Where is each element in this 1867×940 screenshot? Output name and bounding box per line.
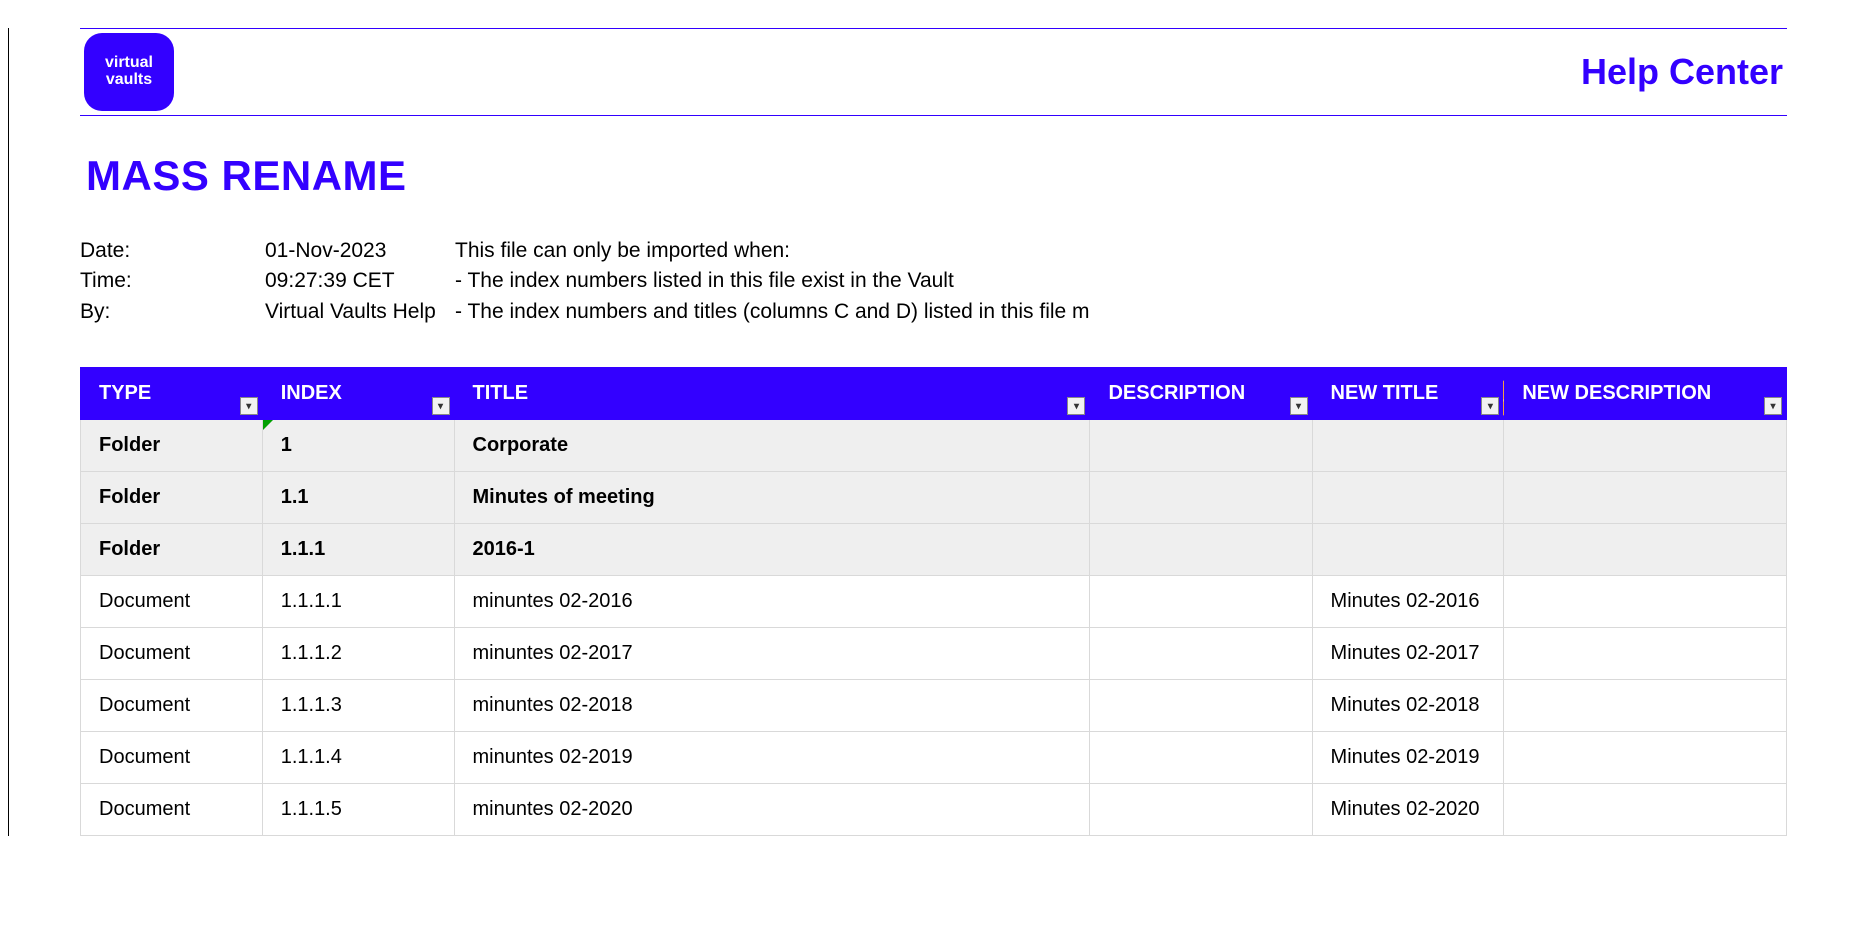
note-line2: - The index numbers listed in this file … — [455, 266, 1090, 296]
bottom-divider — [80, 115, 1787, 116]
page-left-border — [8, 28, 9, 836]
cell-index[interactable]: 1.1.1.4 — [262, 732, 454, 784]
cell-newdescription[interactable] — [1504, 784, 1787, 836]
cell-description[interactable] — [1090, 732, 1312, 784]
label-date: Date: — [80, 236, 265, 266]
table-row[interactable]: Document1.1.1.2minuntes 02-2017 Minutes 0… — [81, 628, 1787, 680]
col-header-newdescription-label: NEW DESCRIPTION — [1522, 382, 1711, 404]
cell-description[interactable] — [1090, 784, 1312, 836]
cell-index[interactable]: 1.1.1.3 — [262, 680, 454, 732]
cell-newtitle[interactable]: Minutes 02-2020 — [1312, 784, 1504, 836]
value-time: 09:27:39 CET — [265, 266, 455, 296]
cell-type[interactable]: Document — [81, 784, 263, 836]
cell-description[interactable] — [1090, 628, 1312, 680]
cell-description[interactable] — [1090, 576, 1312, 628]
cell-newdescription[interactable] — [1504, 628, 1787, 680]
cell-newtitle[interactable]: Minutes 02-2017 — [1312, 628, 1504, 680]
label-time: Time: — [80, 266, 265, 296]
filter-button-type[interactable]: ▾ — [240, 397, 258, 415]
cell-type[interactable]: Document — [81, 732, 263, 784]
value-by: Virtual Vaults Help — [265, 297, 455, 327]
cell-title[interactable]: 2016-1 — [454, 524, 1090, 576]
col-header-index-label: INDEX — [281, 382, 342, 404]
cell-newtitle[interactable]: Minutes 02-2016 — [1312, 576, 1504, 628]
col-header-title-label: TITLE — [473, 382, 529, 404]
cell-index[interactable]: 1.1.1.5 — [262, 784, 454, 836]
cell-newtitle[interactable] — [1312, 420, 1504, 472]
filter-button-description[interactable]: ▾ — [1290, 397, 1308, 415]
table-row[interactable]: Folder1Corporate — [81, 420, 1787, 472]
cell-title[interactable]: Corporate — [454, 420, 1090, 472]
cell-title[interactable]: minuntes 02-2018 — [454, 680, 1090, 732]
filter-button-newtitle[interactable]: ▾ — [1481, 397, 1499, 415]
header: virtual vaults Help Center — [80, 29, 1787, 115]
meta-block: Date: Time: By: 01-Nov-2023 09:27:39 CET… — [80, 236, 1787, 327]
meta-labels: Date: Time: By: — [80, 236, 265, 327]
logo: virtual vaults — [84, 33, 174, 111]
data-table: TYPE ▾ INDEX ▾ TITLE ▾ DESCRIPTION ▾ NEW… — [80, 367, 1787, 836]
cell-type[interactable]: Folder — [81, 472, 263, 524]
cell-newdescription[interactable] — [1504, 524, 1787, 576]
cell-description[interactable] — [1090, 524, 1312, 576]
cell-newtitle[interactable] — [1312, 472, 1504, 524]
filter-button-index[interactable]: ▾ — [432, 397, 450, 415]
logo-line2: vaults — [106, 72, 152, 89]
cell-index[interactable]: 1.1.1 — [262, 524, 454, 576]
cell-newtitle[interactable] — [1312, 524, 1504, 576]
filter-button-title[interactable]: ▾ — [1067, 397, 1085, 415]
col-header-type-label: TYPE — [99, 382, 151, 404]
cell-type[interactable]: Document — [81, 680, 263, 732]
col-header-newtitle[interactable]: NEW TITLE ▾ — [1312, 368, 1504, 420]
logo-line1: virtual — [105, 55, 153, 72]
col-header-description-label: DESCRIPTION — [1108, 382, 1245, 404]
col-header-newtitle-label: NEW TITLE — [1331, 382, 1439, 404]
cell-indicator-icon — [263, 420, 273, 430]
meta-values: 01-Nov-2023 09:27:39 CET Virtual Vaults … — [265, 236, 455, 327]
cell-title[interactable]: minuntes 02-2017 — [454, 628, 1090, 680]
cell-index[interactable]: 1.1.1.1 — [262, 576, 454, 628]
cell-type[interactable]: Folder — [81, 420, 263, 472]
cell-title[interactable]: minuntes 02-2016 — [454, 576, 1090, 628]
cell-newdescription[interactable] — [1504, 576, 1787, 628]
table-row[interactable]: Document1.1.1.4minuntes 02-2019 Minutes 0… — [81, 732, 1787, 784]
note-line1: This file can only be imported when: — [455, 236, 1090, 266]
cell-index[interactable]: 1.1.1.2 — [262, 628, 454, 680]
cell-index[interactable]: 1.1 — [262, 472, 454, 524]
cell-description[interactable] — [1090, 680, 1312, 732]
col-header-index[interactable]: INDEX ▾ — [262, 368, 454, 420]
cell-title[interactable]: Minutes of meeting — [454, 472, 1090, 524]
cell-description[interactable] — [1090, 472, 1312, 524]
col-header-type[interactable]: TYPE ▾ — [81, 368, 263, 420]
cell-newdescription[interactable] — [1504, 680, 1787, 732]
table-row[interactable]: Document1.1.1.3minuntes 02-2018 Minutes 0… — [81, 680, 1787, 732]
table-body: Folder1CorporateFolder1.1Minutes of meet… — [81, 420, 1787, 836]
cell-title[interactable]: minuntes 02-2020 — [454, 784, 1090, 836]
col-header-newdescription[interactable]: NEW DESCRIPTION ▾ — [1504, 368, 1787, 420]
cell-type[interactable]: Folder — [81, 524, 263, 576]
help-center-link[interactable]: Help Center — [1581, 51, 1783, 93]
table-row[interactable]: Folder1.1.12016-1 — [81, 524, 1787, 576]
table-header-row: TYPE ▾ INDEX ▾ TITLE ▾ DESCRIPTION ▾ NEW… — [81, 368, 1787, 420]
cell-description[interactable] — [1090, 420, 1312, 472]
col-header-title[interactable]: TITLE ▾ — [454, 368, 1090, 420]
cell-newdescription[interactable] — [1504, 472, 1787, 524]
page-title: MASS RENAME — [86, 152, 1787, 200]
label-by: By: — [80, 297, 265, 327]
note-line3: - The index numbers and titles (columns … — [455, 297, 1090, 327]
cell-index[interactable]: 1 — [262, 420, 454, 472]
col-header-description[interactable]: DESCRIPTION ▾ — [1090, 368, 1312, 420]
table-row[interactable]: Document1.1.1.1minuntes 02-2016 Minutes 0… — [81, 576, 1787, 628]
cell-newtitle[interactable]: Minutes 02-2018 — [1312, 680, 1504, 732]
filter-button-newdescription[interactable]: ▾ — [1764, 397, 1782, 415]
meta-notes: This file can only be imported when: - T… — [455, 236, 1090, 327]
cell-type[interactable]: Document — [81, 576, 263, 628]
value-date: 01-Nov-2023 — [265, 236, 455, 266]
cell-newdescription[interactable] — [1504, 732, 1787, 784]
cell-newdescription[interactable] — [1504, 420, 1787, 472]
cell-newtitle[interactable]: Minutes 02-2019 — [1312, 732, 1504, 784]
cell-title[interactable]: minuntes 02-2019 — [454, 732, 1090, 784]
table-row[interactable]: Folder1.1Minutes of meeting — [81, 472, 1787, 524]
cell-type[interactable]: Document — [81, 628, 263, 680]
table-row[interactable]: Document1.1.1.5minuntes 02-2020 Minutes 0… — [81, 784, 1787, 836]
